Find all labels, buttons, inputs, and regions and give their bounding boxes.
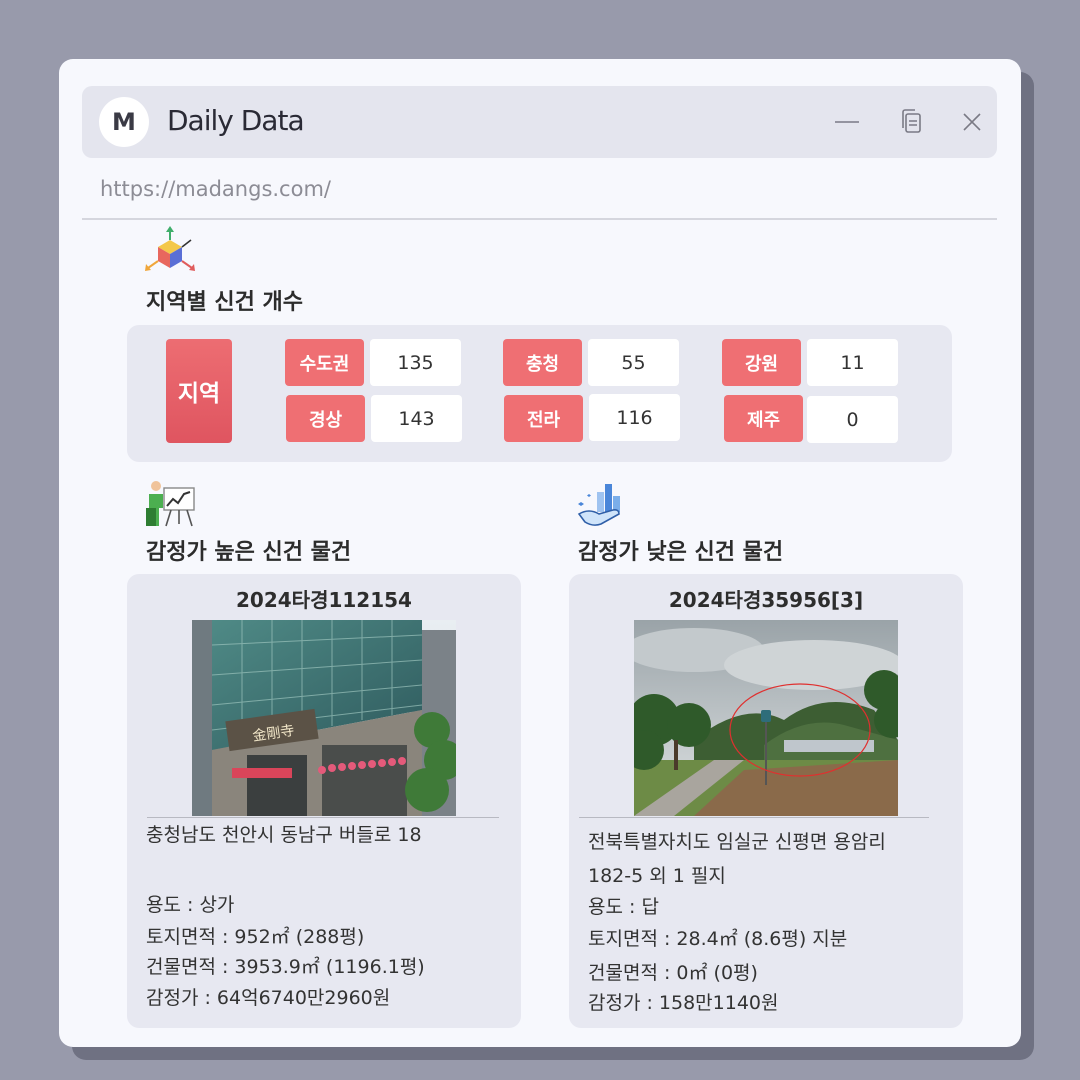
region-heading: 지역별 신건 개수 — [146, 290, 303, 315]
low-card-divider — [579, 817, 929, 818]
region-count-gangwon: 11 — [807, 339, 898, 386]
high-appraisal-value: 감정가 : 64억6740만2960원 — [146, 987, 391, 1009]
region-count-chungcheong: 55 — [588, 339, 679, 386]
region-chip-gyeongsang: 경상 — [286, 395, 365, 442]
title-bar: M Daily Data — [82, 86, 997, 158]
app-window: M Daily Data https://madangs.com/ 지역별 신건… — [59, 59, 1021, 1047]
region-count-jeju: 0 — [807, 396, 898, 443]
low-appraisal-heading: 감정가 낮은 신건 물건 — [578, 540, 784, 565]
region-count-gyeongsang: 143 — [371, 395, 462, 442]
low-land-area: 토지면적 : 28.4㎡ (8.6평) 지분 — [588, 928, 848, 950]
low-property-photo — [634, 620, 898, 816]
url-address[interactable]: https://madangs.com/ — [100, 177, 331, 201]
high-land-area: 토지면적 : 952㎡ (288평) — [146, 926, 365, 948]
minimize-icon[interactable] — [829, 104, 865, 140]
high-card-divider — [147, 817, 499, 818]
high-usage: 용도 : 상가 — [146, 894, 235, 916]
low-usage: 용도 : 답 — [588, 896, 659, 918]
region-chip-chungcheong: 충청 — [503, 339, 582, 386]
presentation-chart-icon — [144, 480, 196, 532]
app-logo: M — [99, 97, 149, 147]
low-address-line2: 182-5 외 1 필지 — [588, 865, 726, 887]
3d-axis-cube-icon — [144, 226, 196, 280]
low-appraisal-card[interactable]: 2024타경35956[3] 전북특별자치도 임실군 신평면 용암리 182-5… — [569, 574, 963, 1028]
hand-bar-chart-icon — [577, 480, 627, 532]
region-chip-sudogwon: 수도권 — [285, 339, 364, 386]
high-appraisal-card[interactable]: 2024타경112154 金剛寺 충청남도 천안시 동남구 버들로 18 용도 … — [127, 574, 521, 1028]
copy-icon[interactable] — [894, 104, 930, 140]
region-chip-gangwon: 강원 — [722, 339, 801, 386]
high-address: 충청남도 천안시 동남구 버들로 18 — [146, 824, 422, 846]
region-count-panel: 지역 수도권 135 경상 143 충청 55 전라 116 강원 11 제주 … — [127, 325, 952, 462]
region-chip-jeju: 제주 — [724, 395, 803, 442]
low-case-number: 2024타경35956[3] — [668, 588, 864, 612]
low-appraisal-value: 감정가 : 158만1140원 — [588, 992, 779, 1014]
high-appraisal-heading: 감정가 높은 신건 물건 — [146, 540, 352, 565]
low-address-line1: 전북특별자치도 임실군 신평면 용암리 — [588, 831, 886, 853]
close-icon[interactable] — [954, 104, 990, 140]
region-chip-jeolla: 전라 — [504, 395, 583, 442]
app-title: Daily Data — [167, 104, 305, 137]
header-divider — [82, 218, 997, 220]
high-building-area: 건물면적 : 3953.9㎡ (1196.1평) — [146, 956, 425, 978]
region-count-jeolla: 116 — [589, 394, 680, 441]
high-case-number: 2024타경112154 — [236, 588, 412, 612]
high-property-photo: 金剛寺 — [192, 620, 456, 816]
region-label: 지역 — [166, 339, 232, 443]
low-building-area: 건물면적 : 0㎡ (0평) — [588, 962, 758, 984]
region-count-sudogwon: 135 — [370, 339, 461, 386]
